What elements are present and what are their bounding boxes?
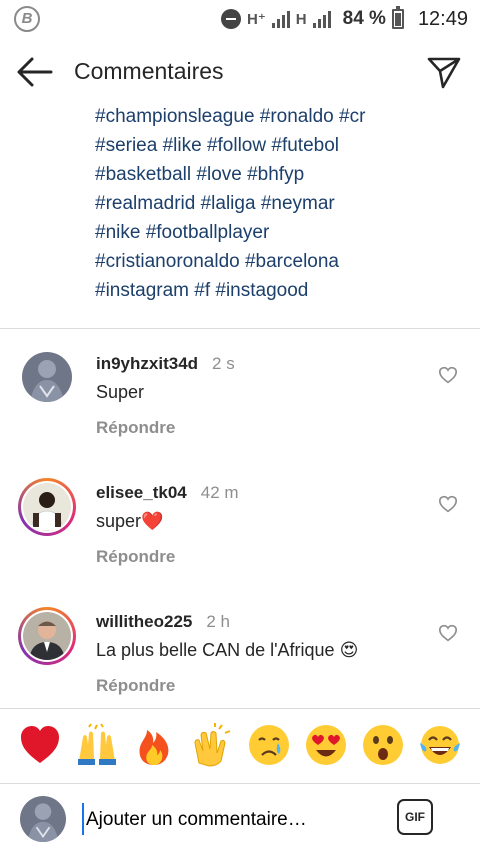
raising-hands-emoji-icon[interactable] <box>75 723 119 767</box>
status-indicators: H⁺ H 84 % 12:49 <box>221 6 468 32</box>
network-type-1: H⁺ <box>247 11 266 28</box>
red-heart-emoji-icon[interactable] <box>18 723 62 767</box>
battery-percent: 84 % <box>342 8 386 29</box>
comment-composer: GIF <box>0 783 480 854</box>
username-text[interactable]: in9yhzxit34d <box>96 354 198 373</box>
battery-icon <box>391 6 404 29</box>
network-type-2: H <box>295 10 307 28</box>
comment-item: in9yhzxit34d 2 s Super Répondre <box>0 352 480 472</box>
avatar-image <box>23 612 71 660</box>
like-heart-icon[interactable] <box>438 495 458 513</box>
reply-button[interactable]: Répondre <box>96 676 175 696</box>
caption-divider <box>0 328 480 329</box>
top-app-bar: Commentaires <box>0 38 480 106</box>
comment-time: 42 m <box>200 483 239 502</box>
avatar-image <box>23 483 71 531</box>
astonished-face-emoji-icon[interactable] <box>361 723 405 767</box>
hashtag-line[interactable]: #cristianoronaldo #barcelona <box>95 247 465 276</box>
comment-text: La plus belle CAN de l'Afrique 😍 <box>96 640 359 660</box>
reply-button[interactable]: Répondre <box>96 418 175 438</box>
my-avatar <box>20 796 66 842</box>
reply-button[interactable]: Répondre <box>96 547 175 567</box>
hashtag-line[interactable]: #nike #footballplayer <box>95 218 465 247</box>
hashtag-line[interactable]: #basketball #love #bhfyp <box>95 160 465 189</box>
avatar-story-ring[interactable] <box>18 607 76 665</box>
avatar-image <box>20 796 66 842</box>
comment-username[interactable]: elisee_tk04 42 m <box>96 483 239 503</box>
clock: 12:49 <box>417 7 468 30</box>
signal-strength-icon <box>271 10 290 28</box>
hashtag-line[interactable]: #instagram #f #instagood <box>95 276 465 305</box>
status-bar: B H⁺ H 84 % 12:49 <box>0 0 480 38</box>
tears-of-joy-emoji-icon[interactable] <box>418 723 462 767</box>
like-heart-icon[interactable] <box>438 366 458 384</box>
do-not-disturb-icon <box>221 9 242 29</box>
like-heart-icon[interactable] <box>438 624 458 642</box>
heart-eyes-emoji-icon[interactable] <box>304 723 348 767</box>
clapping-hands-emoji-icon[interactable] <box>189 723 233 767</box>
comment-item: elisee_tk04 42 m super❤️ Répondre <box>0 478 480 601</box>
page-title: Commentaires <box>74 58 224 84</box>
comment-time: 2 s <box>212 354 235 373</box>
hashtag-line[interactable]: #championsleague #ronaldo #cr <box>95 102 465 131</box>
crying-face-emoji-icon[interactable] <box>247 723 291 767</box>
hashtag-line[interactable]: #seriea #like #follow #futebol <box>95 131 465 160</box>
comment-input[interactable] <box>84 804 378 836</box>
carrier-icon: B <box>14 6 40 32</box>
comment-text: super❤️ <box>96 511 164 531</box>
hashtag-line[interactable]: #realmadrid #laliga #neymar <box>95 189 465 218</box>
send-icon[interactable] <box>426 54 462 90</box>
comment-time: 2 h <box>206 612 231 631</box>
fire-emoji-icon[interactable] <box>132 723 176 767</box>
comment-username[interactable]: in9yhzxit34d 2 s <box>96 354 235 374</box>
avatar-story-ring[interactable] <box>18 478 76 536</box>
back-arrow-icon[interactable] <box>16 56 54 88</box>
comment-username[interactable]: willitheo225 2 h <box>96 612 230 632</box>
comment-text: Super <box>96 382 145 402</box>
username-text[interactable]: elisee_tk04 <box>96 483 187 502</box>
signal-strength-icon-2 <box>312 10 331 28</box>
avatar-image <box>22 352 72 402</box>
avatar[interactable] <box>22 352 72 402</box>
gif-button[interactable]: GIF <box>397 799 433 835</box>
emoji-quick-reactions <box>0 708 480 784</box>
username-text[interactable]: willitheo225 <box>96 612 192 631</box>
post-caption-hashtags: #championsleague #ronaldo #cr #seriea #l… <box>95 102 465 305</box>
